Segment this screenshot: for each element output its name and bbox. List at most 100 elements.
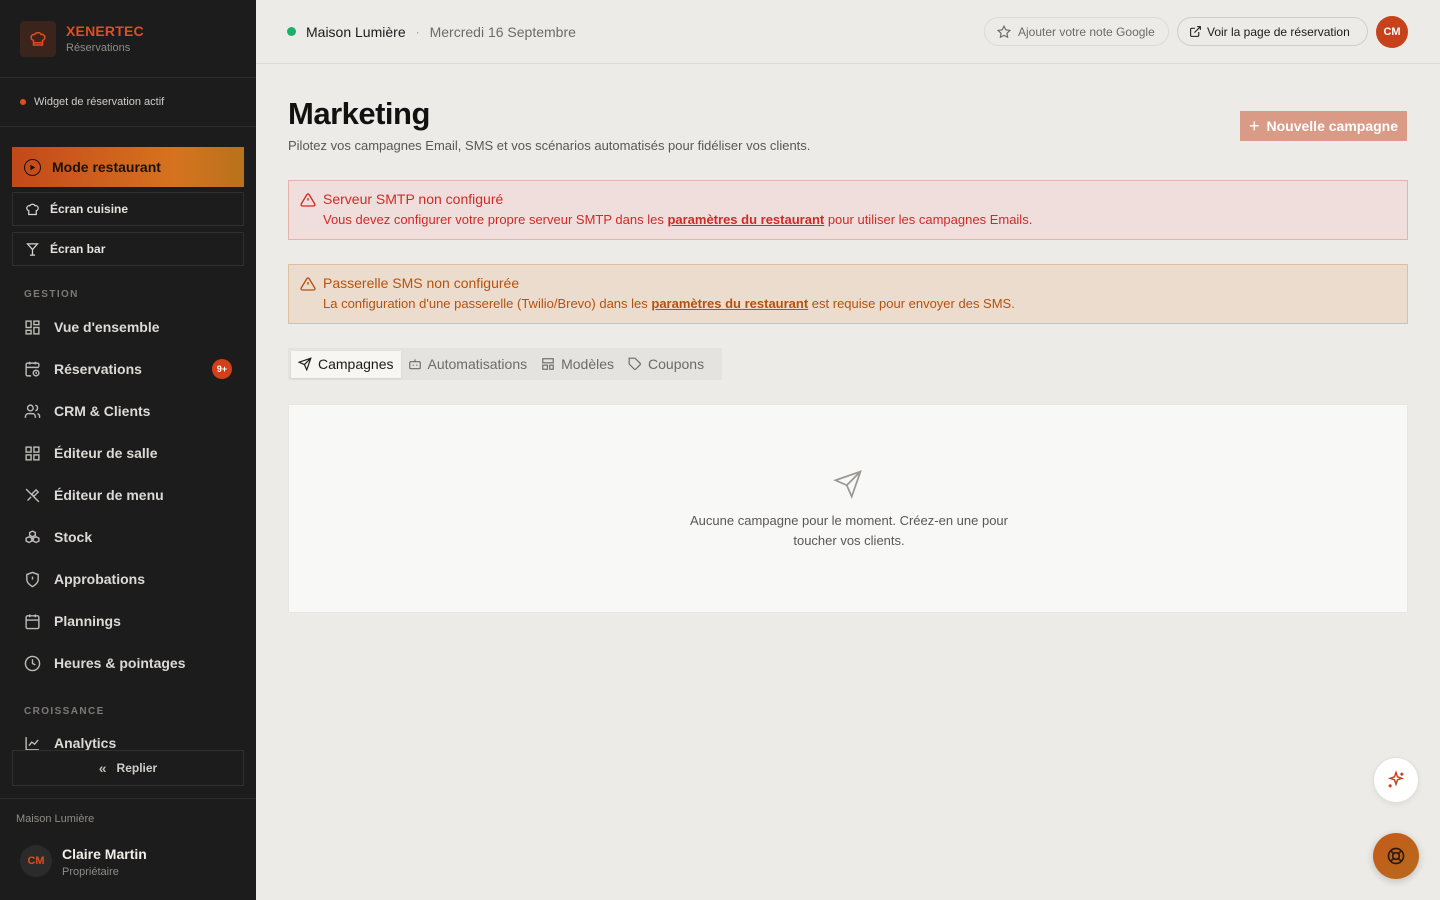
- sidebar-item-label: Approbations: [54, 571, 145, 587]
- sidebar-item-hours[interactable]: Heures & pointages: [24, 648, 234, 678]
- sidebar-item-room-editor[interactable]: Éditeur de salle: [24, 438, 234, 468]
- sidebar-item-stock[interactable]: Stock: [24, 522, 234, 552]
- sms-alert-message: La configuration d'une passerelle (Twili…: [323, 296, 1407, 311]
- utensils-icon: [25, 488, 40, 502]
- lifebuoy-icon: [1387, 847, 1405, 865]
- boxes-icon: [25, 529, 40, 543]
- grid-icon: [25, 445, 40, 461]
- restaurant-settings-link[interactable]: paramètres du restaurant: [667, 212, 824, 227]
- sms-alert-text-end: est requise pour envoyer des SMS.: [808, 296, 1015, 311]
- tab-label: Automatisations: [427, 356, 528, 372]
- tab-label: Coupons: [648, 356, 705, 372]
- sidebar-item-reservations[interactable]: Réservations 9+: [24, 354, 234, 384]
- tab-label: Modèles: [561, 356, 615, 372]
- status-dot: [20, 99, 26, 105]
- sidebar-item-label: Stock: [54, 529, 93, 545]
- tab-campaigns[interactable]: Campagnes: [291, 350, 401, 378]
- smtp-alert-text: Vous devez configurer votre propre serve…: [323, 212, 668, 227]
- sidebar-item-label: Réservations: [54, 361, 142, 377]
- sidebar-item-label: Vue d'ensemble: [54, 319, 160, 335]
- bot-icon: [408, 359, 421, 370]
- calendar-icon: [25, 613, 40, 629]
- tab-templates[interactable]: Modèles: [534, 351, 621, 378]
- sidebar-item-menu-editor[interactable]: Éditeur de menu: [24, 480, 234, 510]
- shield-icon: [26, 571, 39, 587]
- page-subtitle: Pilotez vos campagnes Email, SMS et vos …: [288, 138, 811, 153]
- external-link-icon: [1190, 26, 1201, 37]
- booking-page-label: Voir la page de réservation: [1207, 24, 1350, 39]
- restaurant-name: Maison Lumière: [306, 23, 406, 40]
- page-title: Marketing: [288, 96, 430, 131]
- top-bar: Maison Lumière · Mercredi 16 Septembre A…: [256, 0, 1440, 64]
- dashboard-icon: [25, 319, 40, 335]
- send-icon: [298, 357, 312, 371]
- empty-state-message: Aucune campagne pour le moment. Créez-en…: [690, 513, 1008, 548]
- campaigns-empty-state: Aucune campagne pour le moment. Créez-en…: [288, 404, 1408, 613]
- online-status-dot: [287, 27, 296, 36]
- kitchen-screen-button[interactable]: Écran cuisine: [12, 192, 244, 226]
- sidebar-item-label: Plannings: [54, 613, 121, 629]
- chart-line-icon: [25, 736, 39, 751]
- chevrons-left-icon: «: [98, 760, 107, 776]
- clock-icon: [24, 655, 41, 671]
- restaurant-settings-link[interactable]: paramètres du restaurant: [651, 296, 808, 311]
- sidebar-item-label: CRM & Clients: [54, 403, 151, 419]
- new-campaign-label: Nouvelle campagne: [1266, 118, 1399, 134]
- booking-page-button[interactable]: Voir la page de réservation: [1177, 17, 1368, 46]
- tab-coupons[interactable]: Coupons: [621, 351, 711, 378]
- google-review-label: Ajouter votre note Google: [1018, 24, 1155, 39]
- sidebar: XENERTEC Réservations Widget de réservat…: [0, 0, 256, 900]
- google-review-button[interactable]: Ajouter votre note Google: [984, 17, 1169, 46]
- restaurant-mode-button[interactable]: Mode restaurant: [12, 147, 244, 187]
- tab-label: Campagnes: [318, 356, 394, 372]
- new-campaign-button[interactable]: + Nouvelle campagne: [1240, 111, 1407, 141]
- sms-alert: Passerelle SMS non configurée La configu…: [288, 264, 1408, 324]
- sms-alert-text: La configuration d'une passerelle (Twili…: [323, 296, 652, 311]
- notification-badge: 9+: [212, 359, 232, 379]
- star-icon: [997, 24, 1011, 38]
- avatar[interactable]: CM: [20, 845, 52, 877]
- sidebar-footer: Maison Lumière CM Claire Martin Propriét…: [0, 798, 256, 900]
- brand[interactable]: XENERTEC Réservations: [0, 0, 256, 78]
- footer-restaurant-name: Maison Lumière: [16, 813, 95, 825]
- cocktail-icon: [26, 242, 39, 256]
- sidebar-item-label: Éditeur de menu: [54, 487, 164, 503]
- brand-name: XENERTEC: [66, 23, 144, 39]
- sparkles-icon: [1387, 770, 1405, 788]
- template-icon: [542, 358, 554, 370]
- sidebar-item-schedules[interactable]: Plannings: [24, 606, 234, 636]
- restaurant-mode-label: Mode restaurant: [52, 159, 161, 175]
- user-role: Propriétaire: [62, 866, 119, 878]
- bar-screen-label: Écran bar: [50, 242, 106, 256]
- brand-subtitle: Réservations: [66, 42, 131, 54]
- section-croissance: CROISSANCE: [24, 706, 105, 717]
- users-icon: [24, 403, 41, 418]
- widget-status: Widget de réservation actif: [0, 78, 256, 127]
- user-avatar[interactable]: CM: [1376, 16, 1408, 48]
- warning-triangle-icon: [300, 193, 316, 207]
- ai-assistant-button[interactable]: [1373, 757, 1419, 803]
- sidebar-item-label: Analytics: [54, 735, 117, 751]
- collapse-sidebar-button[interactable]: « Replier: [12, 750, 244, 786]
- smtp-alert: Serveur SMTP non configuré Vous devez co…: [288, 180, 1408, 240]
- sidebar-item-crm[interactable]: CRM & Clients: [24, 396, 234, 426]
- smtp-alert-text-end: pour utiliser les campagnes Emails.: [824, 212, 1033, 227]
- sidebar-item-overview[interactable]: Vue d'ensemble: [24, 312, 234, 342]
- collapse-label: Replier: [116, 761, 158, 775]
- tab-automations[interactable]: Automatisations: [401, 351, 535, 378]
- user-name: Claire Martin: [62, 846, 147, 862]
- bar-screen-button[interactable]: Écran bar: [12, 232, 244, 266]
- play-icon: [24, 158, 41, 176]
- sidebar-item-approvals[interactable]: Approbations: [24, 564, 234, 594]
- smtp-alert-message: Vous devez configurer votre propre serve…: [323, 212, 1407, 227]
- warning-triangle-icon: [300, 277, 316, 291]
- help-button[interactable]: [1373, 833, 1419, 879]
- sidebar-item-label: Éditeur de salle: [54, 445, 158, 461]
- chef-hat-icon: [20, 20, 56, 57]
- separator: ·: [415, 24, 420, 39]
- plus-icon: +: [1248, 115, 1260, 136]
- calendar-clock-icon: [25, 361, 40, 377]
- marketing-tabs: Campagnes Automatisations Modèles Coupon…: [288, 348, 722, 380]
- kitchen-screen-label: Écran cuisine: [50, 202, 129, 216]
- chef-hat-icon: [26, 203, 39, 215]
